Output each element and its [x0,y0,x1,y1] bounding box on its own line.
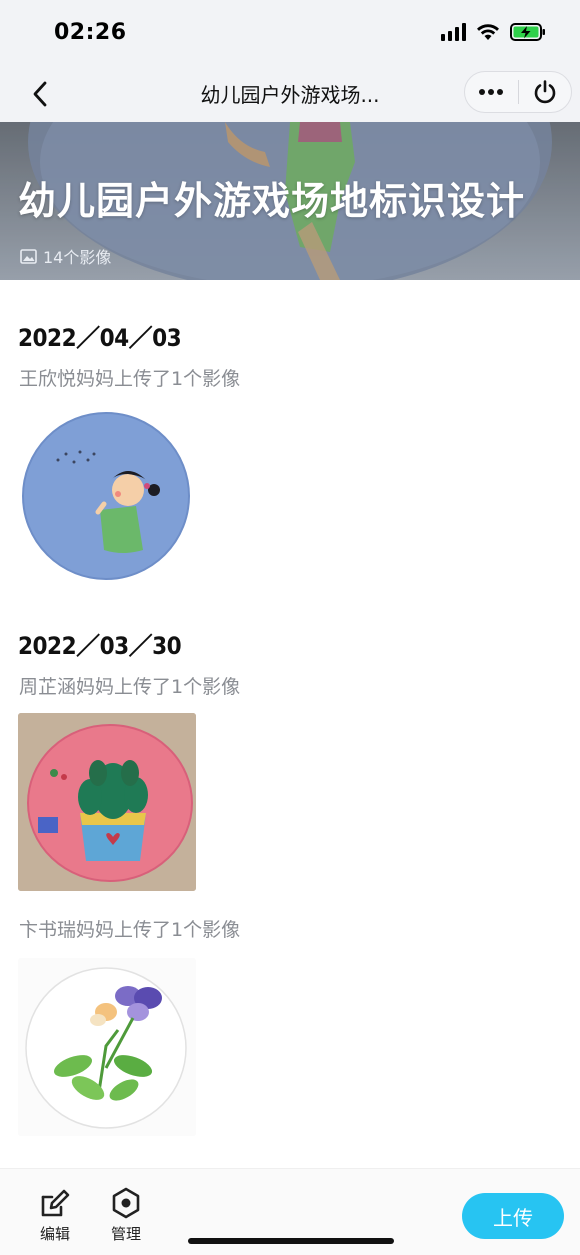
page-title: 幼儿园户外游戏场... [200,83,380,107]
uploader-text: 卞书瑞妈妈上传了1个影像 [19,919,241,941]
media-count-label: 14个影像 [43,248,112,267]
photo-thumbnail[interactable] [18,958,196,1136]
navigation-bar: 幼儿园户外游戏场... [0,66,580,122]
status-icons [441,22,546,42]
home-indicator [188,1238,394,1244]
image-icon [20,248,37,264]
drawing-girl-blowing-dandelion-image [18,410,196,588]
status-bar: 02:26 [0,0,580,66]
upload-button[interactable]: 上传 [462,1193,564,1239]
photo-thumbnail[interactable] [18,410,196,588]
status-time: 02:26 [54,20,127,45]
drawing-cactus-pot-image [18,713,196,891]
uploader-text: 王欣悦妈妈上传了1个影像 [19,368,241,390]
album-title: 幼儿园户外游戏场地标识设计 [18,179,526,223]
back-button[interactable] [22,76,58,112]
date-heading: 2022／03／30 [18,632,182,660]
manage-hexagon-icon [112,1187,140,1219]
power-icon [534,80,556,104]
photo-thumbnail[interactable] [18,713,196,891]
uploader-text: 周芷涵妈妈上传了1个影像 [19,676,241,698]
media-count: 14个影像 [20,244,111,268]
manage-label: 管理 [110,1225,141,1243]
battery-charging-icon [510,23,545,41]
close-button[interactable] [519,72,572,112]
more-dots-icon [479,89,504,95]
cellular-signal-icon [441,23,466,41]
wifi-icon [477,24,499,40]
edit-label: 编辑 [39,1225,70,1243]
drawing-pansy-flowers-image [18,958,196,1136]
edit-button[interactable]: 编辑 [30,1187,80,1244]
mini-program-capsule [464,71,572,113]
album-cover-banner: 幼儿园户外游戏场地标识设计 14个影像 [0,122,580,280]
manage-button[interactable]: 管理 [101,1187,151,1244]
date-heading: 2022／04／03 [18,324,182,352]
edit-pencil-icon [41,1189,70,1217]
more-button[interactable] [465,72,518,112]
chevron-left-icon [33,81,47,107]
